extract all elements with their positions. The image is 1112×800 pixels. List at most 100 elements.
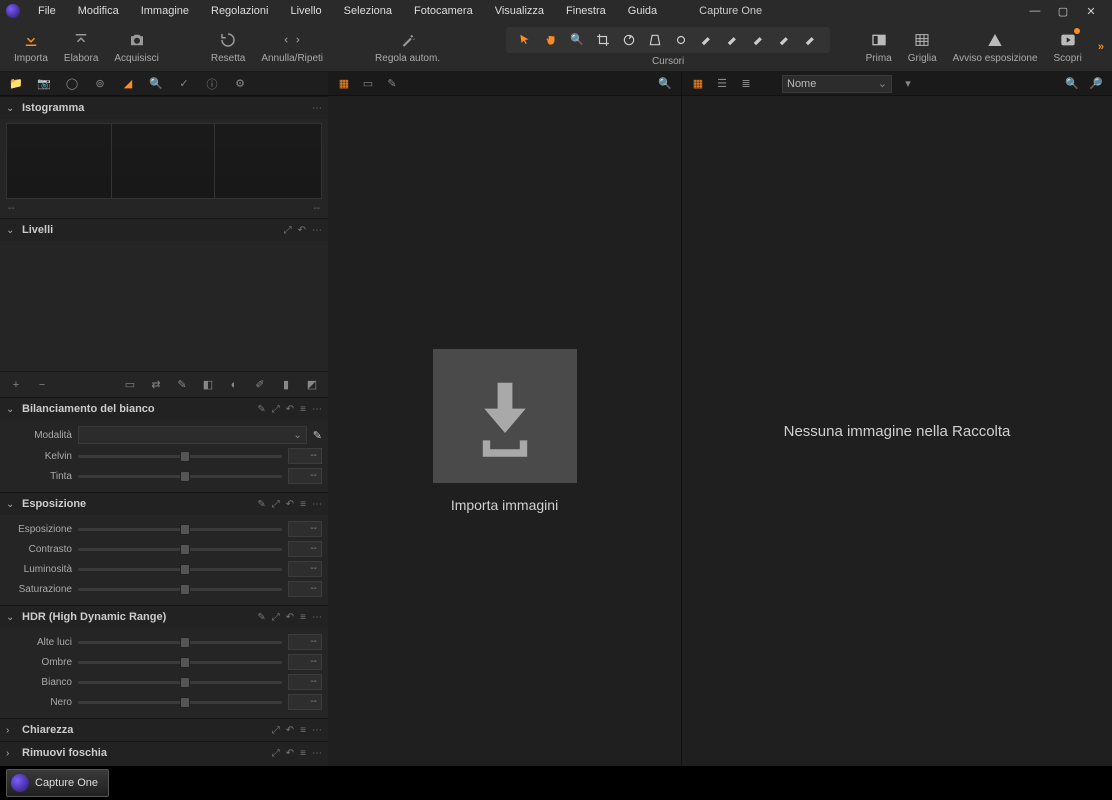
menu-guida[interactable]: Guida (618, 3, 667, 19)
hdr-header[interactable]: ⌄ HDR (High Dynamic Range) ✎ ⤢ ↶ ≡ ⋯ (0, 606, 328, 628)
heal-tool-icon[interactable] (698, 31, 716, 49)
brush-tool-icon[interactable] (750, 31, 768, 49)
expand-icon[interactable]: ⤢ (272, 499, 280, 510)
panel-menu-icon[interactable]: ⋯ (312, 103, 322, 114)
menu-file[interactable]: File (28, 3, 66, 19)
mask-view-icon[interactable]: ▭ (122, 377, 138, 393)
avviso-esposizione-button[interactable]: Avviso esposizione (947, 30, 1044, 64)
circle-icon[interactable]: ◐ (226, 377, 242, 393)
prima-button[interactable]: Prima (860, 30, 898, 64)
preset-icon[interactable]: ≡ (300, 499, 306, 510)
slider-track[interactable] (78, 641, 282, 644)
slider-value[interactable]: -- (288, 521, 322, 537)
crop-tool-icon[interactable] (594, 31, 612, 49)
menu-immagine[interactable]: Immagine (131, 3, 199, 19)
invert-icon[interactable]: ◩ (304, 377, 320, 393)
preset-icon[interactable]: ≡ (300, 404, 306, 415)
brush-icon[interactable]: ✎ (174, 377, 190, 393)
slider-value[interactable]: -- (288, 634, 322, 650)
slider-track[interactable] (78, 455, 282, 458)
menu-livello[interactable]: Livello (280, 3, 331, 19)
menu-fotocamera[interactable]: Fotocamera (404, 3, 483, 19)
reset-icon[interactable]: ↶ (286, 499, 294, 510)
output-tab-icon[interactable]: ⚙ (232, 76, 248, 92)
eraser-tool-icon[interactable] (776, 31, 794, 49)
adjustments-tab-icon[interactable]: ✓ (176, 76, 192, 92)
lens-tab-icon[interactable]: ◯ (64, 76, 80, 92)
color-tab-icon[interactable]: ⊚ (92, 76, 108, 92)
window-close-button[interactable]: ✕ (1084, 5, 1098, 18)
regola-autom-button[interactable]: Regola autom. (369, 30, 446, 64)
panel-menu-icon[interactable]: ⋯ (312, 404, 322, 415)
viewer-grid-icon[interactable]: ▦ (336, 76, 352, 92)
eraser-icon[interactable]: ✐ (252, 377, 268, 393)
reset-icon[interactable]: ↶ (286, 404, 294, 415)
clone-tool-icon[interactable] (724, 31, 742, 49)
fill-icon[interactable]: ▮ (278, 377, 294, 393)
slider-thumb[interactable] (180, 637, 190, 648)
expand-icon[interactable]: ⤢ (272, 404, 280, 415)
resetta-button[interactable]: Resetta (205, 30, 251, 64)
library-tab-icon[interactable]: 📁 (8, 76, 24, 92)
keystone-tool-icon[interactable] (646, 31, 664, 49)
slider-thumb[interactable] (180, 544, 190, 555)
swap-icon[interactable]: ⇄ (148, 377, 164, 393)
window-minimize-button[interactable]: — (1028, 5, 1042, 18)
acquisisci-button[interactable]: Acquisisci (108, 30, 164, 64)
sort-direction-icon[interactable]: ▾ (900, 76, 916, 92)
esposizione-header[interactable]: ⌄ Esposizione ✎ ⤢ ↶ ≡ ⋯ (0, 493, 328, 515)
panel-menu-icon[interactable]: ⋯ (312, 612, 322, 623)
remove-layer-icon[interactable]: − (34, 377, 50, 393)
browser-filter-icon[interactable]: 🔍 (1064, 76, 1080, 92)
elabora-button[interactable]: Elabora (58, 30, 104, 64)
spot-tool-icon[interactable] (672, 31, 690, 49)
metadata-tab-icon[interactable]: ⓘ (204, 76, 220, 92)
scopri-button[interactable]: Scopri (1048, 30, 1088, 64)
details-tab-icon[interactable]: 🔍 (148, 76, 164, 92)
slider-thumb[interactable] (180, 471, 190, 482)
menu-seleziona[interactable]: Seleziona (334, 3, 402, 19)
slider-value[interactable]: -- (288, 448, 322, 464)
slider-thumb[interactable] (180, 677, 190, 688)
slider-track[interactable] (78, 548, 282, 551)
menu-visualizza[interactable]: Visualizza (485, 3, 554, 19)
preset-icon[interactable]: ≡ (300, 612, 306, 623)
expand-icon[interactable]: ⤢ (284, 225, 292, 236)
browser-filmstrip-icon[interactable]: ≣ (738, 76, 754, 92)
browser-grid-icon[interactable]: ▦ (690, 76, 706, 92)
viewer-single-icon[interactable]: ▭ (360, 76, 376, 92)
gradient-tool-icon[interactable] (802, 31, 820, 49)
griglia-button[interactable]: Griglia (902, 30, 943, 64)
menu-modifica[interactable]: Modifica (68, 3, 129, 19)
browser-search-icon[interactable]: 🔎 (1088, 76, 1104, 92)
slider-value[interactable]: -- (288, 561, 322, 577)
slider-value[interactable]: -- (288, 694, 322, 710)
slider-track[interactable] (78, 661, 282, 664)
copy-icon[interactable]: ✎ (257, 404, 265, 415)
wb-mode-select[interactable]: ⌄ (78, 426, 307, 444)
slider-track[interactable] (78, 701, 282, 704)
bilanciamento-header[interactable]: ⌄ Bilanciamento del bianco ✎ ⤢ ↶ ≡ ⋯ (0, 398, 328, 420)
wb-picker-icon[interactable]: ✎ (313, 429, 322, 442)
slider-thumb[interactable] (180, 524, 190, 535)
zoom-tool-icon[interactable]: 🔍 (568, 31, 586, 49)
gradient-icon[interactable]: ◧ (200, 377, 216, 393)
slider-track[interactable] (78, 528, 282, 531)
panel-menu-icon[interactable]: ⋯ (312, 225, 322, 236)
slider-value[interactable]: -- (288, 468, 322, 484)
slider-track[interactable] (78, 568, 282, 571)
menu-regolazioni[interactable]: Regolazioni (201, 3, 278, 19)
copy-icon[interactable]: ✎ (257, 499, 265, 510)
importa-button[interactable]: Importa (8, 30, 54, 64)
pointer-tool-icon[interactable] (516, 31, 534, 49)
browser-sort-select[interactable]: Nome⌄ (782, 75, 892, 93)
rotate-tool-icon[interactable] (620, 31, 638, 49)
import-tile-button[interactable] (433, 349, 577, 483)
exposure-tab-icon[interactable]: ◢ (120, 76, 136, 92)
slider-thumb[interactable] (180, 697, 190, 708)
slider-thumb[interactable] (180, 584, 190, 595)
slider-track[interactable] (78, 588, 282, 591)
viewer-picker-icon[interactable]: ✎ (384, 76, 400, 92)
slider-track[interactable] (78, 681, 282, 684)
expand-icon[interactable]: ⤢ (272, 612, 280, 623)
